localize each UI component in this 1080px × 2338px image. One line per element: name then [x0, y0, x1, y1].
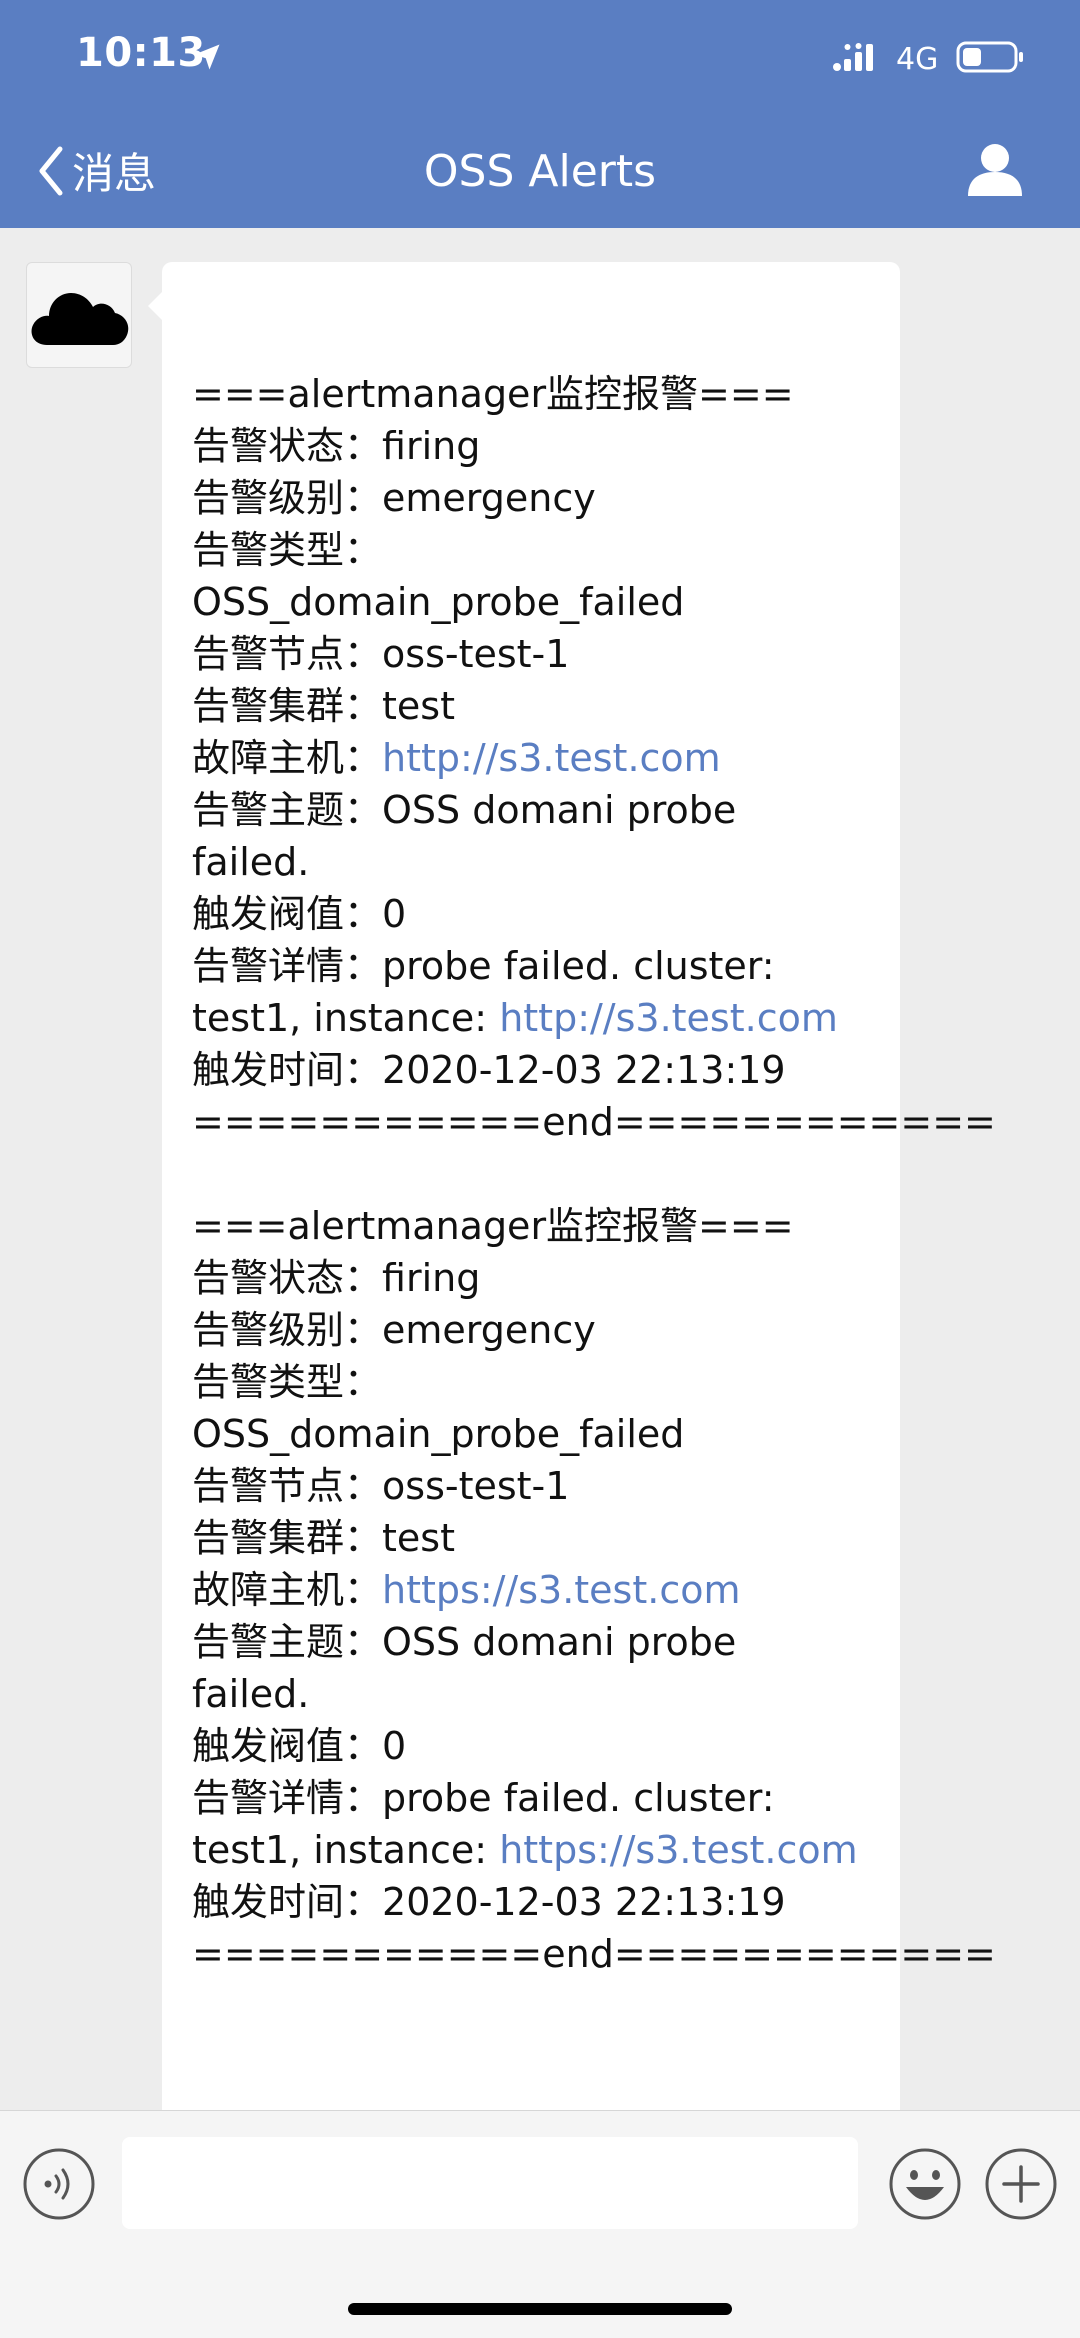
alert-detail-row: 告警详情：probe failed. cluster:: [192, 940, 880, 992]
field-label: 触发阀值：: [192, 1724, 383, 1768]
alert-detail-cont: test1, instance: http://s3.test.com: [192, 992, 880, 1044]
host-link[interactable]: http://s3.test.com: [382, 736, 721, 780]
alert-header: ===alertmanager监控报警===: [192, 372, 794, 416]
field-label: 告警主题：: [192, 1620, 383, 1664]
field-value: probe failed. cluster:: [382, 1776, 775, 1820]
field-label: 告警级别：: [192, 476, 383, 520]
field-value: probe failed. cluster:: [382, 944, 775, 988]
alert-time-row: 触发时间：2020-12-03 22:13:19: [192, 1044, 880, 1096]
field-label: 触发时间：: [192, 1048, 383, 1092]
field-label: 触发阀值：: [192, 892, 383, 936]
field-value: OSS domani probe: [382, 1620, 737, 1664]
host-link[interactable]: https://s3.test.com: [382, 1568, 740, 1612]
input-bar: [0, 2110, 1080, 2338]
sender-avatar[interactable]: [26, 262, 132, 368]
field-value: test: [382, 684, 455, 728]
alert-host-row: 故障主机：http://s3.test.com: [192, 732, 880, 784]
header-bar: 10:13 4G 消息 OSS Alerts: [0, 0, 1080, 228]
alert-level-row: 告警级别：emergency: [192, 1304, 880, 1356]
alert-type-label: 告警类型：: [192, 1360, 383, 1404]
plus-icon[interactable]: [984, 2147, 1058, 2221]
alert-host-row: 故障主机：https://s3.test.com: [192, 1564, 880, 1616]
alert-node-row: 告警节点：oss-test-1: [192, 1460, 880, 1512]
home-indicator[interactable]: [348, 2303, 732, 2315]
alert-node-row: 告警节点：oss-test-1: [192, 628, 880, 680]
alert-footer: ===========end============: [192, 1100, 996, 1144]
battery-icon: [956, 41, 1023, 73]
alert-threshold-row: 触发阀值：0: [192, 888, 880, 940]
field-value: firing: [382, 1256, 481, 1300]
field-value: oss-test-1: [382, 1464, 570, 1508]
alert-subject-row: 告警主题：OSS domani probe: [192, 1616, 880, 1668]
field-value: emergency: [382, 1308, 596, 1352]
field-value: OSS domani probe: [382, 788, 737, 832]
location-arrow-icon: [194, 44, 220, 70]
cloud-icon: [31, 293, 129, 345]
field-value: test1, instance:: [192, 996, 500, 1040]
alert-subject-cont: failed.: [192, 1672, 310, 1716]
field-value: 0: [382, 892, 407, 936]
field-label: 告警状态：: [192, 424, 383, 468]
field-value: test: [382, 1516, 455, 1560]
alert-level-row: 告警级别：emergency: [192, 472, 880, 524]
status-time: 10:13: [76, 30, 206, 76]
field-label: 触发时间：: [192, 1880, 383, 1924]
field-label: 故障主机：: [192, 736, 383, 780]
field-value: 0: [382, 1724, 407, 1768]
alert-status-row: 告警状态：firing: [192, 1252, 880, 1304]
alert-type-value: OSS_domain_probe_failed: [192, 1412, 685, 1456]
page-title: OSS Alerts: [423, 146, 657, 197]
field-value: 2020-12-03 22:13:19: [382, 1048, 786, 1092]
instance-link[interactable]: https://s3.test.com: [499, 1828, 857, 1872]
field-label: 告警级别：: [192, 1308, 383, 1352]
alert-subject-row: 告警主题：OSS domani probe: [192, 784, 880, 836]
alert-message: ===alertmanager监控报警=== 告警状态：firing 告警级别：…: [192, 368, 996, 1148]
field-value: emergency: [382, 476, 596, 520]
alert-header: ===alertmanager监控报警===: [192, 1204, 794, 1248]
field-value: test1, instance:: [192, 1828, 500, 1872]
alert-footer: ===========end============: [192, 1932, 996, 1976]
emoji-icon[interactable]: [888, 2147, 962, 2221]
field-label: 告警集群：: [192, 1516, 383, 1560]
field-label: 告警集群：: [192, 684, 383, 728]
person-icon[interactable]: [966, 142, 1024, 198]
field-value: 2020-12-03 22:13:19: [382, 1880, 786, 1924]
alert-type-value: OSS_domain_probe_failed: [192, 580, 685, 624]
field-label: 故障主机：: [192, 1568, 383, 1612]
message-input[interactable]: [122, 2137, 858, 2229]
field-value: oss-test-1: [382, 632, 570, 676]
alert-threshold-row: 触发阀值：0: [192, 1720, 880, 1772]
alert-status-row: 告警状态：firing: [192, 420, 880, 472]
voice-icon[interactable]: [22, 2147, 96, 2221]
alert-subject-cont: failed.: [192, 840, 310, 884]
field-label: 告警状态：: [192, 1256, 383, 1300]
alert-detail-cont: test1, instance: https://s3.test.com: [192, 1824, 880, 1876]
alert-message: ===alertmanager监控报警=== 告警状态：firing 告警级别：…: [192, 1200, 996, 1980]
field-label: 告警详情：: [192, 1776, 383, 1820]
alert-cluster-row: 告警集群：test: [192, 1512, 880, 1564]
field-label: 告警节点：: [192, 632, 383, 676]
network-label: 4G: [896, 42, 939, 77]
signal-icon: [833, 43, 873, 71]
alert-detail-row: 告警详情：probe failed. cluster:: [192, 1772, 880, 1824]
field-value: firing: [382, 424, 481, 468]
message-bubble[interactable]: ===alertmanager监控报警=== 告警状态：firing 告警级别：…: [148, 262, 996, 2110]
instance-link[interactable]: http://s3.test.com: [499, 996, 838, 1040]
chat-area[interactable]: ===alertmanager监控报警=== 告警状态：firing 告警级别：…: [0, 228, 1080, 2110]
field-label: 告警详情：: [192, 944, 383, 988]
field-label: 告警节点：: [192, 1464, 383, 1508]
alert-time-row: 触发时间：2020-12-03 22:13:19: [192, 1876, 880, 1928]
alert-type-label: 告警类型：: [192, 528, 383, 572]
alert-cluster-row: 告警集群：test: [192, 680, 880, 732]
field-label: 告警主题：: [192, 788, 383, 832]
